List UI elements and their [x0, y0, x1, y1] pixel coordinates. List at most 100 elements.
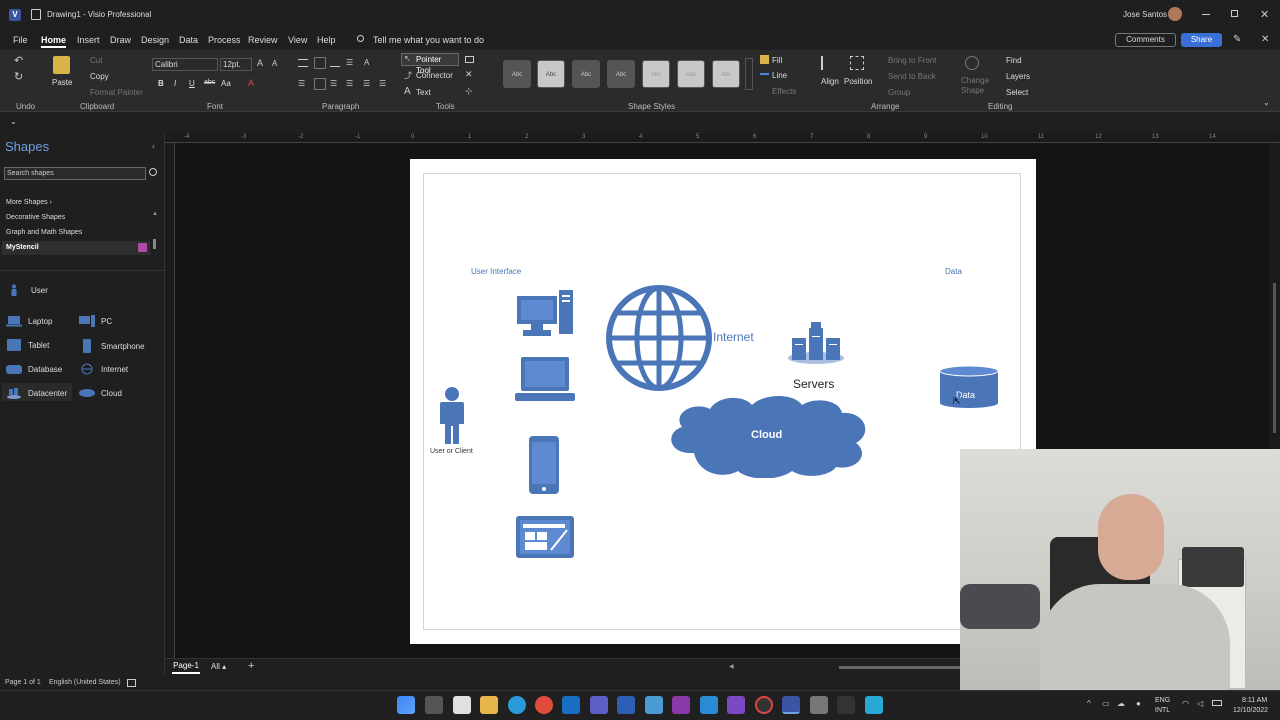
case-icon[interactable]: Aa — [221, 79, 231, 88]
menu-file[interactable]: File — [13, 35, 28, 45]
menu-design[interactable]: Design — [141, 35, 169, 45]
shape-style-3[interactable]: Abc — [572, 60, 600, 88]
pc-shape[interactable] — [515, 290, 575, 340]
shape-style-1[interactable]: Abc — [503, 60, 531, 88]
snip-icon[interactable] — [453, 696, 471, 714]
minimize-icon[interactable] — [1202, 14, 1210, 15]
visualstudio-icon[interactable] — [727, 696, 745, 714]
comments-button[interactable]: Comments — [1115, 33, 1176, 47]
vscode-icon[interactable] — [700, 696, 718, 714]
tray-battery-icon[interactable] — [1212, 700, 1222, 706]
search-icon[interactable] — [357, 35, 364, 42]
stencil-user[interactable]: User — [8, 284, 48, 296]
tray-lang-1[interactable]: ENG — [1155, 697, 1170, 704]
shape-style-7[interactable]: Abc — [712, 60, 740, 88]
copy-button[interactable]: Copy — [90, 72, 109, 81]
italic-icon[interactable]: I — [174, 79, 176, 88]
close-icon[interactable]: ✕ — [1260, 8, 1269, 21]
paste-button[interactable]: Paste — [52, 78, 72, 87]
align-right-icon[interactable]: ☰ — [330, 79, 337, 88]
stencil-pc[interactable]: PC — [79, 315, 112, 327]
indent-decrease-icon[interactable]: ☰ — [363, 79, 370, 88]
data-header-label[interactable]: Data — [945, 267, 962, 276]
tray-network-icon[interactable]: ▭ — [1102, 699, 1110, 708]
align-bottom-icon[interactable] — [330, 59, 340, 67]
user-interface-label[interactable]: User Interface — [471, 267, 521, 276]
pen-icon[interactable]: ✎ — [1233, 34, 1241, 45]
tray-time[interactable]: 8:11 AM — [1242, 697, 1267, 704]
menu-insert[interactable]: Insert — [77, 35, 100, 45]
paste-icon[interactable] — [53, 56, 70, 74]
explorer-icon[interactable] — [480, 696, 498, 714]
tray-onedrive-icon[interactable]: ☁ — [1117, 699, 1125, 708]
cloud-label[interactable]: Cloud — [751, 429, 782, 441]
send-back-button[interactable]: Send to Back — [888, 72, 936, 81]
taskview-icon[interactable] — [425, 696, 443, 714]
start-icon[interactable] — [397, 696, 415, 714]
menu-help[interactable]: Help — [317, 35, 336, 45]
share-button[interactable]: Share — [1181, 33, 1222, 47]
menu-data[interactable]: Data — [179, 35, 198, 45]
tablet-shape[interactable] — [515, 516, 575, 558]
shape-style-2[interactable]: Abc — [537, 60, 565, 88]
change-shape-button-line2[interactable]: Shape — [961, 86, 984, 95]
tray-wifi-icon[interactable]: ◠ — [1182, 699, 1189, 708]
tell-me-search[interactable]: Tell me what you want to do — [373, 35, 484, 45]
fill-button[interactable]: Fill — [772, 56, 782, 65]
language-status[interactable]: English (United States) — [49, 679, 121, 686]
user-name[interactable]: Jose Santos — [1123, 10, 1167, 19]
customize-qat-icon[interactable]: ⌄ — [10, 117, 17, 126]
laptop-shape[interactable] — [515, 357, 575, 403]
avatar[interactable] — [1168, 7, 1182, 21]
align-button[interactable]: Align — [821, 77, 839, 86]
search-shapes-icon[interactable] — [149, 168, 157, 176]
categories-scrollbar[interactable]: ▲ — [152, 211, 158, 261]
menu-view[interactable]: View — [288, 35, 307, 45]
stencil-laptop[interactable]: Laptop — [6, 315, 52, 327]
bullets-icon[interactable]: ☰ — [346, 58, 353, 67]
change-shape-button-line1[interactable]: Change — [961, 76, 989, 85]
bold-icon[interactable]: B — [158, 79, 164, 88]
grow-font-icon[interactable]: A — [257, 58, 263, 68]
stencil-datacenter[interactable]: Datacenter — [6, 387, 67, 399]
collapse-ribbon-icon[interactable]: ⌄ — [1263, 98, 1270, 107]
add-page-icon[interactable]: + — [248, 660, 254, 672]
horizontal-scrollbar[interactable]: ◀ — [729, 663, 961, 671]
stencil-cloud[interactable]: Cloud — [79, 387, 122, 399]
align-left-icon[interactable]: ☰ — [298, 79, 305, 88]
shape-styles-scroll[interactable] — [745, 58, 753, 90]
tray-chevron-icon[interactable]: ^ — [1087, 699, 1091, 708]
outlook-icon[interactable] — [562, 696, 580, 714]
align-center-icon[interactable] — [314, 78, 326, 90]
font-name-select[interactable]: Calibri — [152, 58, 218, 71]
stencil-tablet[interactable]: Tablet — [6, 339, 49, 351]
cut-button[interactable]: Cut — [90, 56, 102, 65]
shape-style-6[interactable]: Abc — [677, 60, 705, 88]
recorder-icon[interactable] — [755, 696, 773, 714]
shape-style-5[interactable]: Abc — [642, 60, 670, 88]
tray-mic-icon[interactable]: ● — [1136, 699, 1141, 708]
underline-icon[interactable]: U — [189, 79, 195, 88]
align-top-icon[interactable] — [298, 59, 308, 67]
word-icon[interactable] — [617, 696, 635, 714]
chrome-icon[interactable] — [535, 696, 553, 714]
category-decorative[interactable]: Decorative Shapes — [6, 214, 65, 221]
font-size-select[interactable]: 12pt. — [220, 58, 252, 71]
servers-label[interactable]: Servers — [793, 377, 834, 391]
indent-increase-icon[interactable]: ☰ — [379, 79, 386, 88]
menu-home[interactable]: Home — [41, 35, 66, 45]
teams-icon[interactable] — [590, 696, 608, 714]
collapse-panel-icon[interactable]: ‹ — [152, 141, 155, 151]
internet-label[interactable]: Internet — [713, 330, 754, 344]
edge-icon[interactable] — [508, 696, 526, 714]
strikethrough-icon[interactable]: abc — [204, 79, 215, 86]
accessibility-icon[interactable] — [127, 679, 136, 687]
photos-icon[interactable] — [645, 696, 663, 714]
page-count[interactable]: Page 1 of 1 — [5, 679, 41, 686]
stencil-smartphone[interactable]: Smartphone — [79, 339, 145, 353]
close-ribbon-icon[interactable]: ✕ — [1261, 34, 1269, 45]
shapes-search-input[interactable]: Search shapes — [4, 167, 146, 180]
redo-icon[interactable]: ↻ — [14, 70, 23, 83]
stencil-save-icon[interactable] — [138, 243, 147, 252]
tray-lang-2[interactable]: INTL — [1155, 707, 1170, 714]
